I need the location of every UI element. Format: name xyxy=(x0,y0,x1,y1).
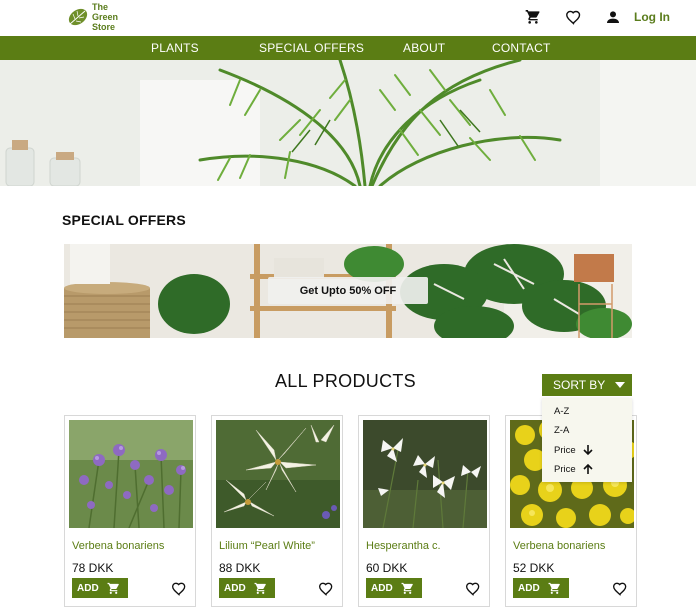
product-image[interactable] xyxy=(216,420,340,528)
heart-icon[interactable] xyxy=(465,581,481,597)
product-name[interactable]: Verbena bonariens xyxy=(513,540,605,552)
logo-text: The Green Store xyxy=(92,2,118,32)
add-label: ADD xyxy=(77,582,99,594)
sort-by-label: SORT BY xyxy=(553,378,606,392)
product-price: 78 DKK xyxy=(72,561,114,575)
cart-icon xyxy=(107,582,119,594)
product-image[interactable] xyxy=(69,420,193,528)
sort-option-label: Price xyxy=(554,463,576,475)
sort-option-label: Z-A xyxy=(554,425,570,436)
sort-option-a-z[interactable]: A-Z xyxy=(554,406,569,417)
add-label: ADD xyxy=(224,582,246,594)
lily-flower-image xyxy=(216,420,340,528)
heart-icon[interactable] xyxy=(318,581,334,597)
add-to-cart-button[interactable]: ADD xyxy=(219,578,275,598)
logo-line: Green xyxy=(92,12,119,22)
sort-dropdown-menu: A-Z Z-A Price Price xyxy=(542,398,632,482)
hero-image xyxy=(0,60,696,186)
cart-icon xyxy=(401,582,413,594)
offer-label[interactable]: Get Upto 50% OFF xyxy=(268,277,428,304)
user-icon[interactable] xyxy=(604,8,622,26)
palm-plant-image xyxy=(0,60,696,186)
cart-icon xyxy=(254,582,266,594)
nav-item-contact[interactable]: CONTACT xyxy=(492,41,551,55)
verbena-flower-image xyxy=(69,420,193,528)
add-label: ADD xyxy=(518,582,540,594)
main-nav: PLANTS SPECIAL OFFERS ABOUT CONTACT xyxy=(0,36,696,60)
nav-item-about[interactable]: ABOUT xyxy=(403,41,445,55)
product-name[interactable]: Lilium “Pearl White” xyxy=(219,540,315,552)
caret-down-icon xyxy=(615,382,626,388)
cart-icon[interactable] xyxy=(524,8,542,26)
heart-icon[interactable] xyxy=(612,581,628,597)
heart-icon[interactable] xyxy=(171,581,187,597)
product-name[interactable]: Verbena bonariens xyxy=(72,540,164,552)
product-card[interactable]: Verbena bonariens 78 DKK ADD xyxy=(64,415,196,607)
add-to-cart-button[interactable]: ADD xyxy=(513,578,569,598)
sort-option-price-desc[interactable]: Price xyxy=(554,444,594,456)
logo-line: Store xyxy=(92,22,116,32)
product-price: 52 DKK xyxy=(513,561,555,575)
product-price: 88 DKK xyxy=(219,561,261,575)
all-products-title: ALL PRODUCTS xyxy=(275,371,416,391)
sort-option-price-asc[interactable]: Price xyxy=(554,463,594,475)
special-offers-title: SPECIAL OFFERS xyxy=(62,212,186,228)
arrow-down-icon xyxy=(583,445,593,456)
product-card[interactable]: Lilium “Pearl White” 88 DKK ADD xyxy=(211,415,343,607)
product-price: 60 DKK xyxy=(366,561,408,575)
sort-option-z-a[interactable]: Z-A xyxy=(554,425,569,436)
add-to-cart-button[interactable]: ADD xyxy=(366,578,422,598)
logo-line: The xyxy=(92,2,109,12)
product-name[interactable]: Hesperantha c. xyxy=(366,540,441,552)
login-link[interactable]: Log In xyxy=(634,10,670,24)
product-card[interactable]: Hesperantha c. 60 DKK ADD xyxy=(358,415,490,607)
add-to-cart-button[interactable]: ADD xyxy=(72,578,128,598)
site-header: The Green Store Log In xyxy=(0,0,696,36)
heart-icon[interactable] xyxy=(564,8,582,26)
nav-item-plants[interactable]: PLANTS xyxy=(151,41,199,55)
leaf-icon xyxy=(68,8,88,26)
nav-item-special-offers[interactable]: SPECIAL OFFERS xyxy=(259,41,364,55)
header-actions: Log In xyxy=(502,8,670,26)
sort-option-label: A-Z xyxy=(554,406,570,417)
sort-option-label: Price xyxy=(554,444,576,456)
store-logo[interactable]: The Green Store xyxy=(66,2,118,32)
sort-by-button[interactable]: SORT BY xyxy=(542,374,632,396)
cart-icon xyxy=(548,582,560,594)
product-image[interactable] xyxy=(363,420,487,528)
hesperantha-flower-image xyxy=(363,420,487,528)
arrow-up-icon xyxy=(583,463,593,474)
add-label: ADD xyxy=(371,582,393,594)
